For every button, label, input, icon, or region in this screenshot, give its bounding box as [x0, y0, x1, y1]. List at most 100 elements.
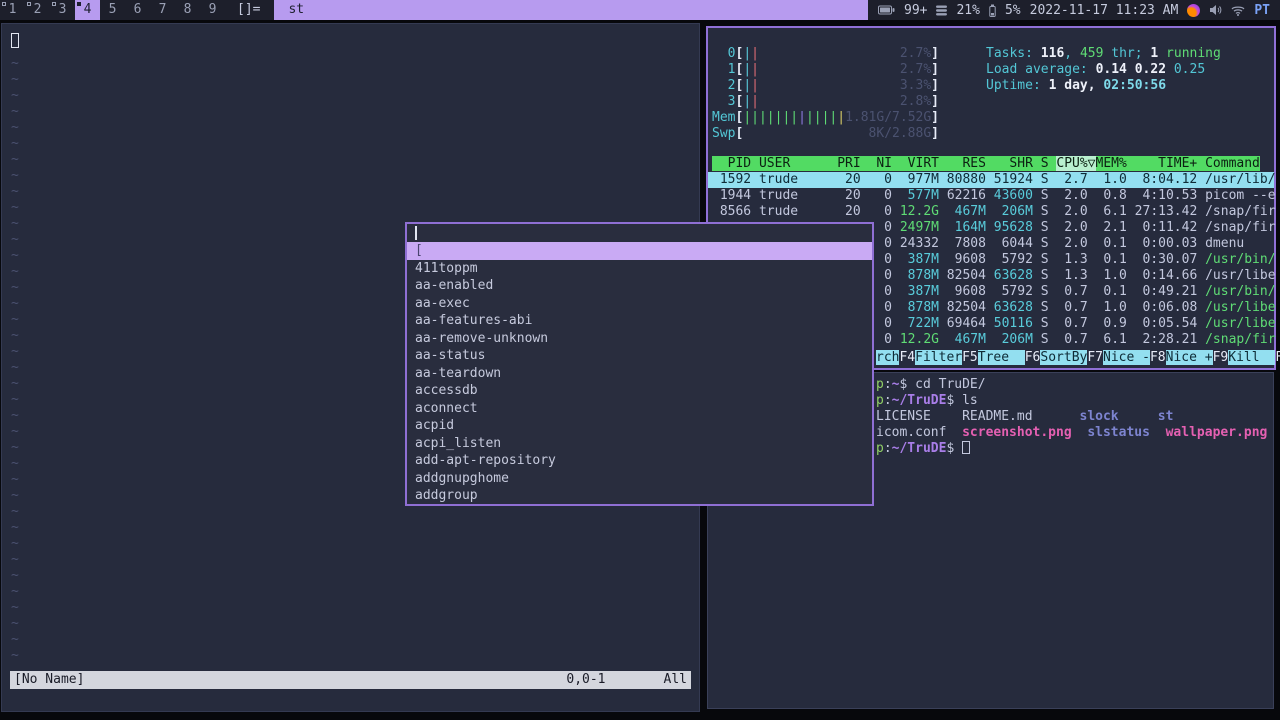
vim-tilde: ~ [11, 488, 19, 503]
cpu-meter-0: 0[|| 2.7%] [712, 46, 939, 61]
tag-label: 6 [133, 2, 142, 17]
workspace-tag-2[interactable]: 2 [25, 0, 50, 20]
cpu-meter-3: 3[|| 2.8%] [712, 94, 939, 109]
vim-tilde: ~ [11, 440, 19, 455]
volume-icon[interactable] [1209, 4, 1222, 16]
fnkey-action[interactable]: Filter [915, 350, 963, 365]
tasks-summary: Tasks: 116, 459 thr; 1 running [986, 46, 1221, 61]
vim-tilde: ~ [11, 584, 19, 599]
tag-label: 4 [83, 2, 92, 17]
vim-tilde: ~ [11, 424, 19, 439]
tag-client-indicator [77, 2, 81, 6]
vim-tilde: ~ [11, 616, 19, 631]
dmenu-item[interactable]: addgnupghome [407, 470, 872, 488]
vim-cursor-position: 0,0-1 [566, 672, 606, 687]
tag-label: 5 [108, 2, 117, 17]
dmenu-item[interactable]: aa-exec [407, 295, 872, 313]
dmenu-item[interactable]: aa-enabled [407, 277, 872, 295]
workspace-tag-7[interactable]: 7 [150, 0, 175, 20]
vim-tilde: ~ [11, 312, 19, 327]
workspace-tag-1[interactable]: 1 [0, 0, 25, 20]
fnkey-action[interactable]: Kill [1228, 350, 1276, 365]
workspace-tag-5[interactable]: 5 [100, 0, 125, 20]
dmenu-item[interactable]: accessdb [407, 382, 872, 400]
fnkey-label: F5 [962, 350, 978, 365]
battery-small-percent: 5% [1004, 2, 1021, 18]
vim-tilde: ~ [11, 216, 19, 231]
dmenu-item[interactable]: [ [407, 242, 872, 260]
vim-tilde: ~ [11, 280, 19, 295]
dmenu-item[interactable]: aa-remove-unknown [407, 330, 872, 348]
firefox-icon[interactable] [1187, 3, 1201, 17]
process-row[interactable]: 1592 trude 20 0 977M 80880 51924 S 2.7 1… [708, 172, 1276, 188]
vim-tilde: ~ [11, 600, 19, 615]
datetime: 2022-11-17 11:23 AM [1029, 2, 1179, 18]
focused-window-title: st [274, 0, 868, 20]
dmenu-item[interactable]: acpid [407, 417, 872, 435]
vim-tilde: ~ [11, 120, 19, 135]
vim-tilde: ~ [11, 184, 19, 199]
vim-tilde: ~ [11, 248, 19, 263]
vim-tilde: ~ [11, 232, 19, 247]
vim-tilde: ~ [11, 88, 19, 103]
workspace-tag-9[interactable]: 9 [200, 0, 225, 20]
vim-scroll-indicator: All [663, 672, 687, 687]
vim-tilde: ~ [11, 152, 19, 167]
dmenu-launcher[interactable]: [411toppm aa-enabled aa-exec aa-features-ab… [405, 222, 874, 506]
fnkey-label: F8 [1149, 350, 1166, 365]
vim-tilde: ~ [11, 200, 19, 215]
load-average: Load average: 0.14 0.22 0.25 [986, 62, 1206, 77]
fnkey-action[interactable]: Nice - [1103, 350, 1150, 365]
dmenu-item[interactable]: aa-features-abi [407, 312, 872, 330]
dmenu-item[interactable]: aa-teardown [407, 365, 872, 383]
desktop: 1 2 3 4 5 6 7 8 9 []= st 99+ 21% 5% 2022-11-17 1… [0, 0, 1280, 720]
dmenu-item[interactable]: add-apt-repository [407, 452, 872, 470]
uptime: Uptime: 1 day, 02:50:56 [986, 78, 1167, 93]
fnkey-action[interactable]: Tree [977, 350, 1025, 365]
fnkey-label: F9 [1212, 350, 1229, 365]
wifi-icon[interactable] [1231, 5, 1245, 16]
vim-tilde: ~ [11, 296, 19, 311]
vim-tilde: ~ [11, 632, 19, 647]
fnkey-label: F1 [1275, 350, 1280, 365]
htop-meters: 0[|| 2.7%] 1[|| 2.7%] 2[|| 3.3%] 3[|| 2.… [712, 46, 939, 142]
workspace-tag-8[interactable]: 8 [175, 0, 200, 20]
memory-meter: Mem[|||||||||||||1.81G/7.52G] [712, 110, 939, 125]
tag-label: 8 [183, 2, 192, 17]
vim-tilde: ~ [11, 360, 19, 375]
battery-small-icon [989, 4, 996, 17]
process-row[interactable]: 1944 trude 20 0 577M 62216 43600 S 2.0 0… [708, 188, 1276, 204]
workspace-tag-3[interactable]: 3 [50, 0, 75, 20]
fnkey-action[interactable]: SortBy [1040, 350, 1088, 365]
vim-tilde: ~ [11, 168, 19, 183]
vim-statusline: [No Name] 0,0-1 All [10, 671, 691, 689]
terminal-line: p:~$ cd TruDE/ [876, 377, 986, 392]
vim-tilde: ~ [11, 504, 19, 519]
vim-tilde: ~ [11, 264, 19, 279]
cpu-meter-1: 1[|| 2.7%] [712, 62, 939, 77]
dmenu-input[interactable] [407, 224, 872, 242]
status-area: 99+ 21% 5% 2022-11-17 11:23 AM PT [868, 0, 1280, 20]
dmenu-item[interactable]: aconnect [407, 400, 872, 418]
dmenu-caret [415, 226, 417, 240]
vim-tilde: ~ [11, 552, 19, 567]
tag-client-indicator [52, 2, 56, 6]
tag-label: 3 [58, 2, 67, 17]
fnkey-action[interactable]: rch [876, 350, 900, 365]
vim-cursor [11, 33, 19, 48]
dmenu-item[interactable]: acpi_listen [407, 435, 872, 453]
vim-tilde: ~ [11, 136, 19, 151]
cpu-meter-2: 2[|| 3.3%] [712, 78, 939, 93]
fnkey-action[interactable]: Nice + [1165, 350, 1213, 365]
layout-indicator[interactable]: []= [225, 0, 272, 20]
top-status-bar: 1 2 3 4 5 6 7 8 9 []= st 99+ 21% 5% 2022-11-17 1… [0, 0, 1280, 20]
workspace-tag-4[interactable]: 4 [75, 0, 100, 20]
dmenu-item[interactable]: aa-status [407, 347, 872, 365]
keyboard-layout[interactable]: PT [1254, 3, 1270, 18]
dmenu-item[interactable]: 411toppm [407, 260, 872, 278]
terminal-line: icom.conf screenshot.png slstatus wallpa… [876, 425, 1268, 440]
dmenu-item[interactable]: addgroup [407, 487, 872, 505]
process-table-header[interactable]: PID USER PRI NI VIRT RES SHR S CPU%▽MEM%… [708, 156, 1274, 172]
process-row[interactable]: 8566 trude 20 0 12.2G 467M 206M S 2.0 6.… [708, 204, 1276, 220]
workspace-tag-6[interactable]: 6 [125, 0, 150, 20]
